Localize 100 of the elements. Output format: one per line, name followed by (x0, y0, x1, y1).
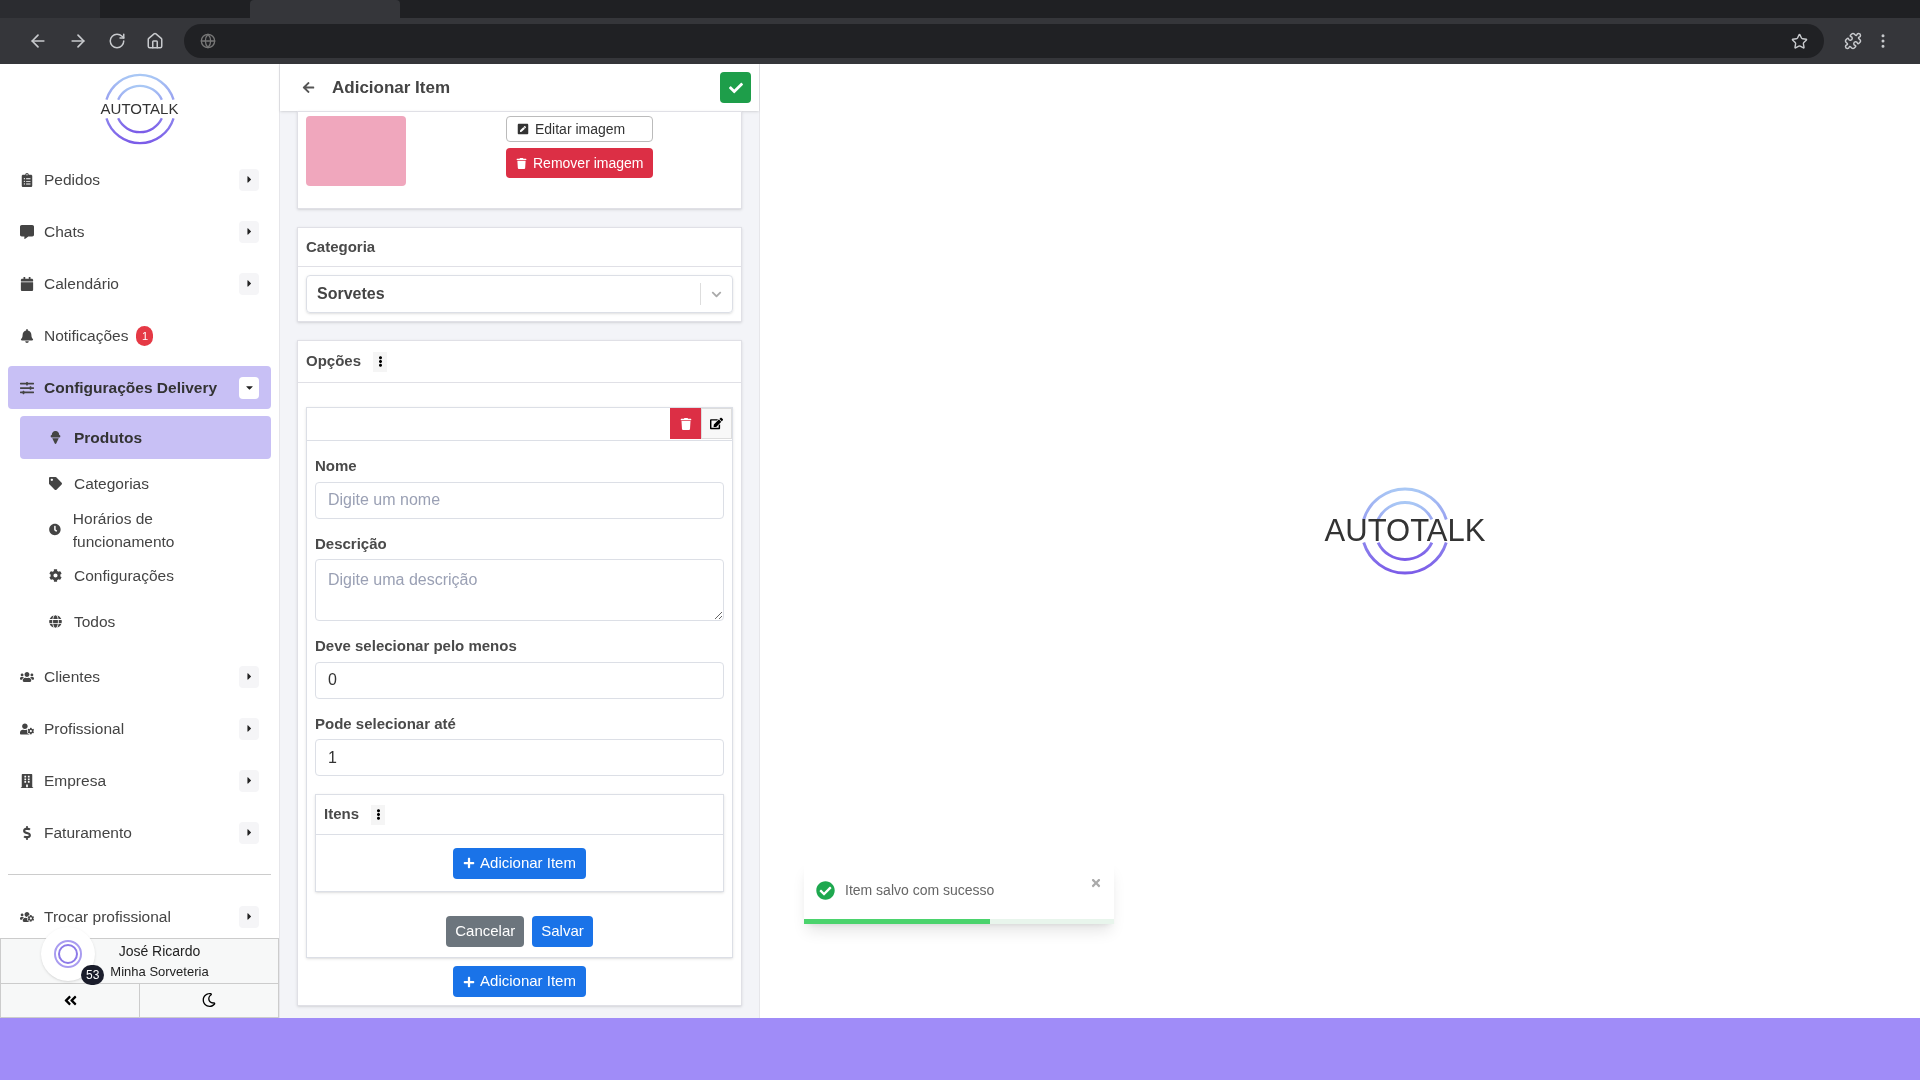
nav-label: Pedidos (44, 170, 100, 191)
submenu-label: Horários de funcionamento (72, 508, 176, 552)
remove-image-button[interactable]: Remover imagem (506, 148, 654, 178)
ice-cream-icon (49, 431, 62, 445)
check-icon (728, 80, 743, 95)
nav-item[interactable]: Trocar profissional (8, 895, 271, 939)
plus-icon (463, 857, 476, 869)
reload-icon[interactable] (108, 32, 126, 50)
submenu-label: Categorias (74, 474, 149, 495)
settings-icon (49, 569, 62, 583)
edit-image-button[interactable]: Editar imagem (506, 116, 654, 142)
globe-icon (49, 615, 62, 629)
users-icon (20, 670, 34, 684)
edit-icon (517, 123, 529, 135)
expand-toggle[interactable] (239, 221, 259, 243)
submenu-item[interactable]: Horários de funcionamento (20, 508, 271, 552)
notification-badge: 1 (136, 326, 154, 346)
bookmark-star-icon[interactable] (1791, 32, 1808, 50)
add-item-button[interactable]: Adicionar Item (453, 966, 586, 997)
input-field[interactable]: 1 (315, 739, 724, 776)
card-title: Opções (306, 351, 362, 372)
field-label: Pode selecionar até (315, 713, 457, 734)
calendar-icon (20, 277, 34, 291)
nav-item[interactable]: Profissional (8, 707, 271, 751)
nav-label: Calendário (44, 274, 119, 295)
logo-text: AUTOTALK (100, 98, 179, 119)
field-label: Descrição (315, 533, 388, 554)
submenu-label: Configurações (74, 566, 174, 587)
nav-label: Notificações (44, 326, 129, 347)
submenu-item[interactable]: Categorias (20, 462, 271, 506)
submenu-item[interactable]: Todos (20, 600, 271, 644)
nav-item[interactable]: Configurações Delivery (8, 366, 271, 410)
expand-toggle[interactable] (239, 718, 259, 740)
form-title: Adicionar Item (332, 76, 451, 99)
expand-toggle[interactable] (239, 273, 259, 295)
nav-label: Clientes (44, 667, 100, 688)
user-gear-icon (20, 722, 34, 736)
expand-toggle[interactable] (239, 377, 259, 399)
category-select[interactable]: Sorvetes (306, 275, 733, 313)
expand-toggle[interactable] (239, 169, 259, 191)
toast-message: Item salvo com sucesso (845, 881, 995, 900)
trash-icon (679, 417, 692, 430)
expand-toggle[interactable] (239, 770, 259, 792)
users-gear-icon (20, 910, 34, 924)
card-title: Itens (324, 804, 359, 825)
nav-item[interactable]: Chats (8, 210, 271, 254)
edit-button[interactable] (701, 408, 732, 439)
nav-label: Chats (44, 222, 85, 243)
clock-icon (49, 523, 61, 537)
select-value: Sorvetes (317, 284, 386, 304)
moon-icon (202, 993, 216, 1008)
count-badge: 53 (81, 965, 105, 986)
building-icon (20, 774, 34, 788)
add-item-button[interactable]: Adicionar Item (453, 847, 586, 879)
nav-item[interactable]: Clientes (8, 655, 271, 699)
edit-icon (710, 417, 723, 430)
confirm-button[interactable] (720, 72, 751, 103)
card-title: Categoria (306, 236, 376, 257)
submenu-item[interactable]: Configurações (20, 554, 271, 598)
globe-icon (200, 33, 216, 49)
extensions-icon[interactable] (1844, 32, 1862, 50)
cancel-button[interactable]: Cancelar (446, 916, 525, 947)
nav-label: Profissional (44, 719, 125, 740)
logo-text: AUTOTALK (1324, 511, 1486, 550)
save-button[interactable]: Salvar (532, 916, 593, 947)
user-name: José Ricardo (118, 941, 201, 961)
nav-item[interactable]: Faturamento (8, 811, 271, 855)
submenu-label: Todos (74, 612, 116, 633)
nav-label: Faturamento (44, 823, 132, 844)
clipboard-icon (20, 173, 34, 187)
home-icon[interactable] (146, 32, 164, 50)
nav-label: Empresa (44, 771, 107, 792)
success-icon (816, 881, 835, 900)
rings-icon (53, 939, 83, 970)
submenu-label: Produtos (74, 428, 143, 449)
input-field[interactable]: 0 (315, 661, 724, 699)
dollar-icon (20, 826, 34, 840)
field-label: Nome (315, 456, 358, 476)
delete-button[interactable] (670, 408, 701, 439)
company-name: Minha Sorveteria (110, 962, 209, 981)
chat-icon (20, 225, 34, 239)
nav-item[interactable]: Empresa (8, 759, 271, 803)
bell-icon (20, 329, 34, 343)
trash-icon (516, 157, 527, 169)
plus-icon (463, 975, 476, 988)
expand-toggle[interactable] (239, 906, 259, 928)
close-icon (1090, 876, 1102, 889)
more-options-button[interactable] (371, 804, 385, 825)
nav-item[interactable]: Notificações 1 (8, 314, 271, 358)
expand-toggle[interactable] (239, 666, 259, 688)
submenu-item[interactable]: Produtos (20, 416, 271, 460)
nav-item[interactable]: Calendário (8, 262, 271, 306)
sliders-icon (20, 381, 34, 395)
description-field[interactable]: Digite uma descrição (315, 559, 724, 621)
tag-icon (49, 477, 62, 491)
input-field[interactable]: Digite um nome (315, 481, 724, 519)
expand-toggle[interactable] (239, 822, 259, 844)
nav-item[interactable]: Pedidos (8, 158, 271, 202)
back-arrow-icon (301, 81, 315, 94)
more-options-button[interactable] (373, 351, 388, 372)
